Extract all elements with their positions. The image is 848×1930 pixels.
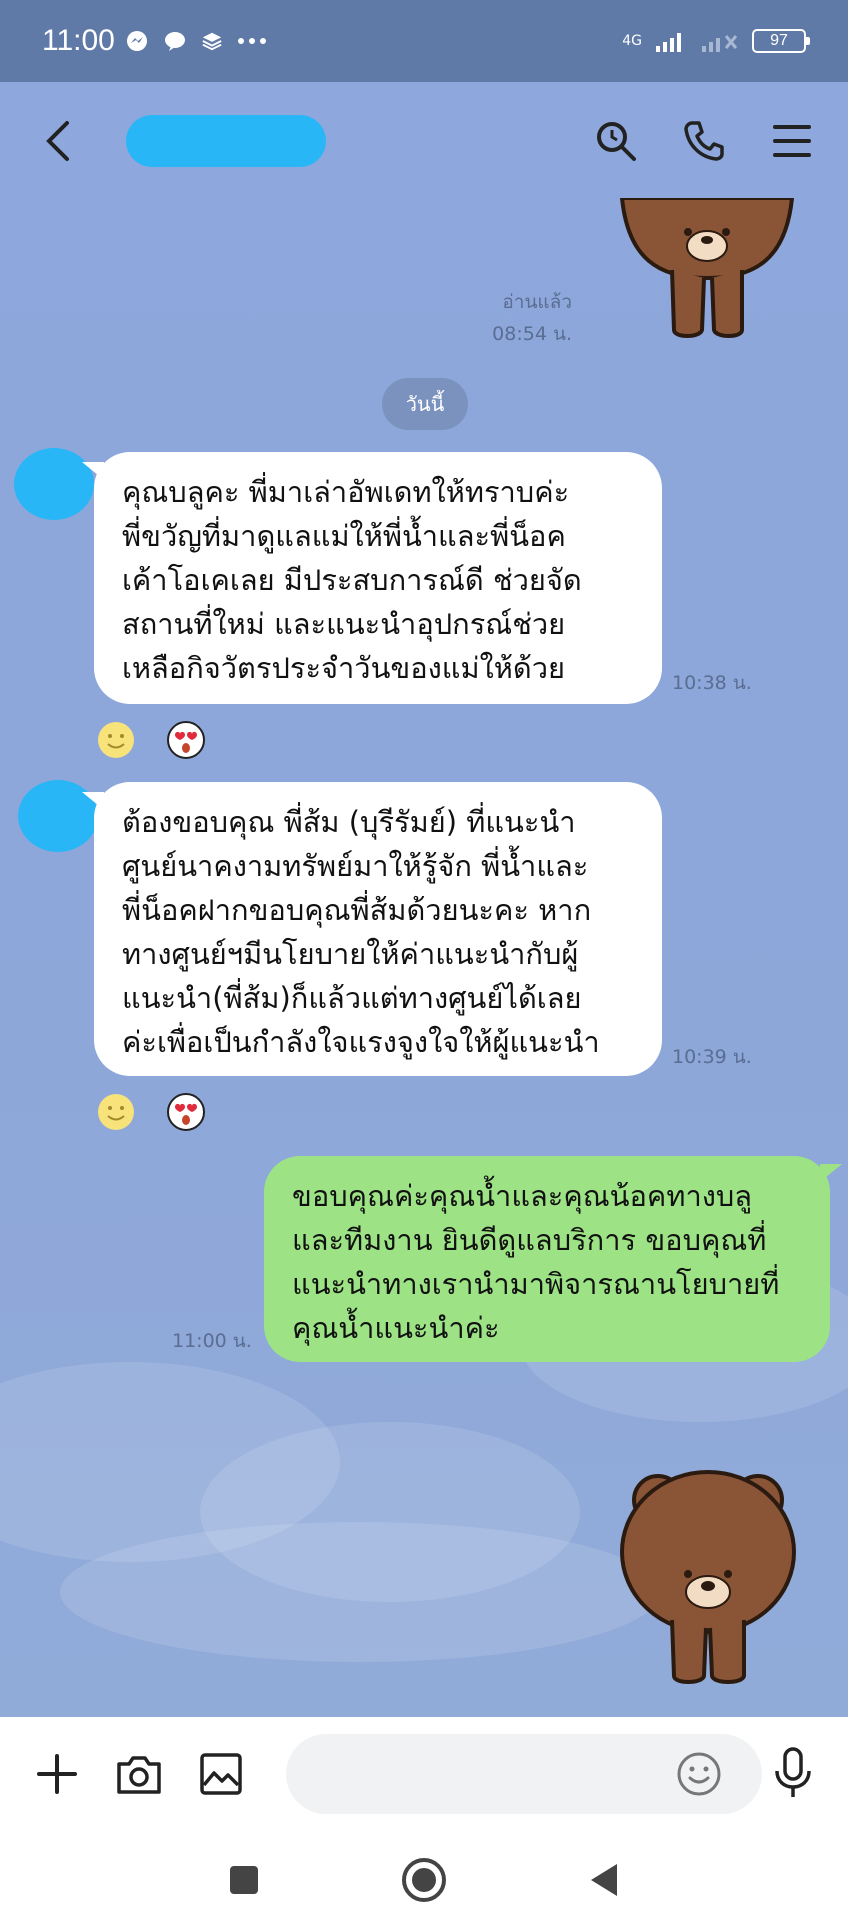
read-label: อ่านแล้ว xyxy=(502,291,572,313)
incoming-message[interactable]: คุณบลูคะ พี่มาเล่าอัพเดทให้ทราบค่ะ พี่ขว… xyxy=(82,452,662,704)
message-time: 10:38 น. xyxy=(672,672,752,694)
back-button[interactable] xyxy=(30,113,86,169)
back-nav-button[interactable] xyxy=(587,1861,621,1899)
add-button[interactable] xyxy=(30,1747,84,1801)
bear-sticker-bottom xyxy=(620,1470,796,1684)
sender-avatar[interactable] xyxy=(18,780,98,852)
incoming-message[interactable]: ต้องขอบคุณ พี่ส้ม (บุรีรัมย์) ที่แนะนำ ศ… xyxy=(82,782,662,1076)
menu-button[interactable] xyxy=(766,115,818,167)
status-bar: 11:00 4G 97 xyxy=(0,0,848,82)
search-button[interactable] xyxy=(590,115,642,167)
smile-reaction-icon[interactable] xyxy=(96,720,136,760)
image-icon xyxy=(200,1752,242,1795)
network-type: 4G xyxy=(622,33,642,49)
outgoing-message[interactable]: ขอบคุณค่ะคุณน้ำและคุณน้อคทางบลู และทีมงา… xyxy=(264,1156,842,1362)
camera-icon xyxy=(117,1755,161,1794)
notification-icons xyxy=(125,29,267,53)
smile-reaction-icon[interactable] xyxy=(96,1092,136,1132)
camera-button[interactable] xyxy=(112,1747,166,1801)
more-dots-icon xyxy=(237,38,266,44)
status-time: 11:00 xyxy=(42,24,115,57)
recent-apps-button[interactable] xyxy=(227,1863,261,1897)
chat-bubble-icon xyxy=(164,32,185,51)
system-nav-bar xyxy=(0,1830,848,1930)
signal-icon xyxy=(656,33,681,52)
read-receipt: อ่านแล้ว 08:54 น. xyxy=(492,286,572,350)
sender-avatar[interactable] xyxy=(14,448,94,520)
messenger-icon xyxy=(126,31,147,51)
call-button[interactable] xyxy=(678,115,730,167)
message-time: 11:00 น. xyxy=(172,1330,252,1352)
read-time: 08:54 น. xyxy=(492,323,572,345)
layers-icon xyxy=(202,32,222,51)
header-actions xyxy=(590,115,818,167)
chat-header xyxy=(0,82,848,200)
bear-sticker-top xyxy=(619,198,795,338)
gallery-button[interactable] xyxy=(194,1747,248,1801)
microphone-icon[interactable] xyxy=(768,1745,818,1801)
emoji-icon[interactable] xyxy=(676,1751,722,1797)
heart-eyes-reaction-icon[interactable] xyxy=(166,1092,206,1132)
system-status: 4G 97 xyxy=(622,28,810,54)
message-time: 10:39 น. xyxy=(672,1046,752,1068)
battery-indicator: 97 xyxy=(752,29,810,53)
search-icon xyxy=(597,122,636,161)
home-button[interactable] xyxy=(401,1857,447,1903)
signal-no-service-icon xyxy=(702,35,738,52)
contact-name[interactable] xyxy=(126,115,326,167)
hamburger-menu-icon xyxy=(773,125,811,157)
heart-eyes-reaction-icon[interactable] xyxy=(166,720,206,760)
date-separator: วันนี้ xyxy=(382,378,468,430)
phone-icon xyxy=(684,121,724,161)
chevron-left-icon xyxy=(46,121,69,161)
plus-icon xyxy=(37,1753,77,1794)
